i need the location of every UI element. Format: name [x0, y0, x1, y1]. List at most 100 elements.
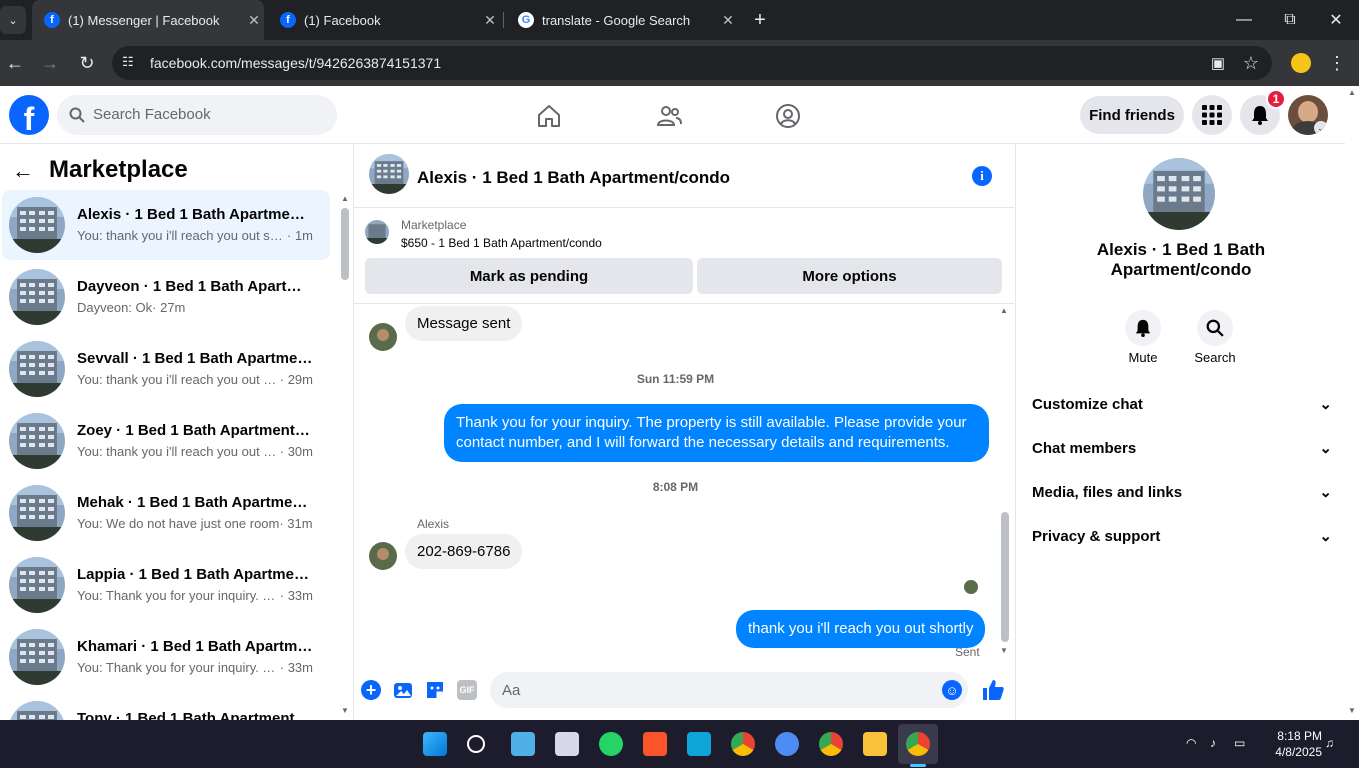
minimize-button[interactable]: — — [1221, 0, 1267, 40]
message-input[interactable]: Aa ☺ — [490, 672, 968, 708]
chat-title[interactable]: Alexis · 1 Bed 1 Bath Apartment/condo — [417, 168, 730, 188]
apartment-photo — [365, 220, 389, 244]
conversation-item[interactable]: Dayveon · 1 Bed 1 Bath Apartment/condo Da… — [2, 262, 330, 332]
site-info-icon[interactable]: ☷ — [122, 54, 134, 70]
emoji-icon[interactable]: ☺ — [942, 680, 962, 700]
wifi-icon[interactable]: ◠ — [1186, 736, 1202, 752]
conversation-name: Sevvall · 1 Bed 1 Bath Apartment/condo — [77, 350, 313, 367]
tab-messenger[interactable]: f (1) Messenger | Facebook ✕ — [32, 0, 264, 40]
search-placeholder: Search Facebook — [93, 106, 211, 123]
account-chevron-icon[interactable]: ⌄ — [1314, 121, 1328, 135]
whatsapp-icon[interactable] — [599, 732, 623, 756]
profile-avatar[interactable]: ⌄ — [1288, 95, 1328, 135]
attach-photo-icon[interactable] — [393, 680, 413, 700]
conversation-item[interactable]: Alexis · 1 Bed 1 Bath Apartment/condo You… — [2, 190, 330, 260]
conversation-item[interactable]: Lappia · 1 Bed 1 Bath Apartment/condo You… — [2, 550, 330, 620]
info-icon[interactable]: i — [972, 166, 992, 186]
address-bar[interactable]: ☷ facebook.com/messages/t/94262638741513… — [112, 46, 1272, 80]
snipping-tool-icon[interactable] — [555, 732, 579, 756]
restore-button[interactable]: ⧉ — [1267, 0, 1313, 40]
new-tab-button[interactable]: + — [748, 8, 772, 32]
mark-as-pending-button[interactable]: Mark as pending — [365, 258, 693, 294]
search-in-conversation-button[interactable] — [1197, 310, 1233, 346]
reload-icon[interactable]: ↻ — [75, 51, 99, 75]
close-tab-icon[interactable]: ✕ — [244, 12, 264, 29]
scroll-down-arrow-icon[interactable]: ▼ — [341, 706, 349, 715]
forward-icon[interactable]: → — [38, 51, 62, 75]
customize-chat-section[interactable]: Customize chat ⌄ — [1032, 384, 1332, 424]
page-scrollbar[interactable]: ▲ ▼ — [1345, 86, 1359, 720]
back-icon[interactable]: ← — [3, 51, 27, 75]
tab-title: (1) Messenger | Facebook — [68, 12, 220, 28]
conversation-item[interactable]: Tony · 1 Bed 1 Bath Apartment/condo — [2, 694, 330, 720]
home-icon[interactable] — [535, 102, 563, 130]
groups-icon[interactable] — [774, 102, 802, 130]
sticker-icon[interactable] — [425, 680, 445, 700]
message-bubble-incoming[interactable]: Message sent — [405, 306, 523, 341]
conversation-item[interactable]: Zoey · 1 Bed 1 Bath Apartment/condo You: … — [2, 406, 330, 476]
tab-google-search[interactable]: G translate - Google Search ✕ — [506, 0, 738, 40]
conversation-avatar — [9, 557, 65, 613]
close-tab-icon[interactable]: ✕ — [718, 12, 738, 29]
extension-icon[interactable] — [1291, 53, 1311, 73]
volume-icon[interactable]: ♪ — [1210, 736, 1226, 752]
conversation-avatar[interactable] — [1143, 158, 1215, 230]
remote-desktop-icon[interactable] — [687, 732, 711, 756]
scroll-up-arrow-icon[interactable]: ▲ — [1000, 306, 1008, 315]
scroll-up-arrow-icon[interactable]: ▲ — [341, 194, 349, 203]
gif-icon[interactable]: GIF — [457, 680, 477, 700]
scroll-down-arrow-icon[interactable]: ▼ — [1348, 706, 1356, 715]
media-files-links-section[interactable]: Media, files and links ⌄ — [1032, 472, 1332, 512]
sync-app-icon[interactable] — [775, 732, 799, 756]
tab-list-button[interactable]: ⌄ — [0, 6, 26, 34]
listing-thumbnail[interactable] — [365, 220, 389, 244]
mute-button[interactable] — [1125, 310, 1161, 346]
notepad-icon[interactable] — [511, 732, 535, 756]
chat-members-section[interactable]: Chat members ⌄ — [1032, 428, 1332, 468]
conversation-list-scrollbar[interactable] — [341, 208, 349, 280]
tab-facebook[interactable]: f (1) Facebook ✕ — [268, 0, 500, 40]
tab-title: translate - Google Search — [542, 12, 691, 28]
friends-icon[interactable] — [655, 102, 683, 130]
chrome-profile-icon[interactable] — [819, 732, 843, 756]
message-bubble-incoming[interactable]: 202-869-6786 — [405, 534, 523, 569]
clock[interactable]: 8:18 PM 4/8/2025 — [1262, 728, 1322, 760]
brave-browser-icon[interactable] — [643, 732, 667, 756]
message-bubble-outgoing[interactable]: Thank you for your inquiry. The property… — [444, 404, 989, 462]
back-arrow-icon[interactable]: ← — [12, 158, 34, 184]
preview-time: · 27m — [152, 300, 186, 315]
privacy-support-section[interactable]: Privacy & support ⌄ — [1032, 516, 1332, 556]
conversation-item[interactable]: Mehak · 1 Bed 1 Bath Apartment/condo You:… — [2, 478, 330, 548]
conversation-item[interactable]: Khamari · 1 Bed 1 Bath Apartment/condo Yo… — [2, 622, 330, 692]
menu-grid-button[interactable] — [1192, 95, 1232, 135]
find-friends-button[interactable]: Find friends — [1080, 96, 1184, 134]
more-options-button[interactable]: More options — [697, 258, 1002, 294]
search-icon[interactable] — [467, 735, 485, 753]
message-bubble-outgoing[interactable]: thank you i'll reach you out shortly — [736, 610, 986, 648]
chrome-icon[interactable] — [731, 732, 755, 756]
search-facebook-input[interactable]: Search Facebook — [57, 95, 337, 135]
thumbs-up-icon[interactable] — [981, 678, 1005, 702]
windows-start-icon[interactable] — [423, 732, 447, 756]
close-window-button[interactable]: ✕ — [1313, 0, 1359, 40]
notification-bell-icon[interactable]: ♫ — [1325, 736, 1341, 752]
message-scrollbar[interactable] — [1001, 512, 1009, 642]
conversation-item[interactable]: Sevvall · 1 Bed 1 Bath Apartment/condo Yo… — [2, 334, 330, 404]
conversation-name: Zoey · 1 Bed 1 Bath Apartment/condo — [77, 422, 313, 439]
more-actions-icon[interactable]: + — [361, 680, 381, 700]
browser-menu-icon[interactable]: ⋮ — [1325, 51, 1349, 75]
close-tab-icon[interactable]: ✕ — [480, 12, 500, 29]
conversation-preview: You: thank you i'll reach you out shortl… — [77, 228, 313, 243]
bookmark-star-icon[interactable]: ☆ — [1239, 51, 1263, 75]
scroll-up-arrow-icon[interactable]: ▲ — [1348, 88, 1356, 97]
battery-icon[interactable]: ▭ — [1234, 736, 1250, 752]
scroll-down-arrow-icon[interactable]: ▼ — [1000, 646, 1008, 655]
apartment-photo — [9, 269, 65, 325]
chat-avatar[interactable] — [369, 154, 409, 194]
section-label: Customize chat — [1032, 395, 1143, 413]
facebook-logo-icon[interactable]: f — [9, 95, 49, 135]
install-app-icon[interactable]: ▣ — [1206, 51, 1230, 75]
listing-title[interactable]: $650 - 1 Bed 1 Bath Apartment/condo — [401, 236, 602, 250]
chrome-active-icon[interactable] — [906, 732, 930, 756]
file-explorer-icon[interactable] — [863, 732, 887, 756]
